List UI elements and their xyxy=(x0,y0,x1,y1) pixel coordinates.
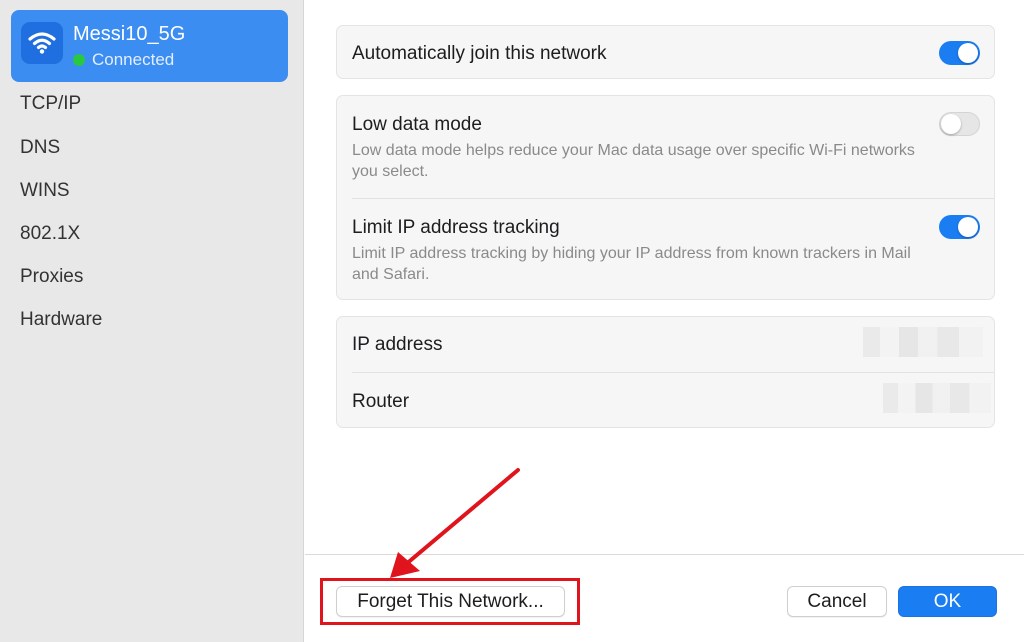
row-divider xyxy=(352,198,994,199)
footer-divider xyxy=(305,554,1024,555)
network-card-selected[interactable]: Messi10_5G Connected xyxy=(11,10,288,82)
sidebar-item-8021x[interactable]: 802.1X xyxy=(20,223,80,245)
data-options-panel: Low data mode Low data mode helps reduce… xyxy=(336,95,995,300)
router-value-redacted xyxy=(883,383,991,413)
limit-ip-label: Limit IP address tracking xyxy=(352,217,560,238)
router-label: Router xyxy=(352,391,410,412)
annotation-highlight-box xyxy=(320,578,580,625)
cancel-button[interactable]: Cancel xyxy=(787,586,887,617)
sidebar-item-dns[interactable]: DNS xyxy=(20,137,60,159)
row-divider xyxy=(352,372,994,373)
network-name: Messi10_5G xyxy=(73,23,186,45)
toggle-knob xyxy=(958,217,978,237)
wifi-icon xyxy=(21,22,63,64)
network-info-panel: IP address Router xyxy=(336,316,995,428)
toggle-knob xyxy=(958,43,978,63)
limit-ip-toggle[interactable] xyxy=(939,215,980,239)
sidebar-item-hardware[interactable]: Hardware xyxy=(20,309,102,331)
toggle-knob xyxy=(941,114,961,134)
main-panel: Automatically join this network Low data… xyxy=(305,0,1024,642)
ok-button[interactable]: OK xyxy=(898,586,997,617)
network-status: Connected xyxy=(73,50,174,70)
auto-join-toggle[interactable] xyxy=(939,41,980,65)
network-status-text: Connected xyxy=(92,50,175,69)
sidebar: Messi10_5G Connected TCP/IP DNS WINS 802… xyxy=(0,0,304,642)
low-data-label: Low data mode xyxy=(352,114,482,135)
low-data-toggle[interactable] xyxy=(939,112,980,136)
sidebar-item-wins[interactable]: WINS xyxy=(20,180,70,202)
auto-join-label: Automatically join this network xyxy=(352,43,607,64)
auto-join-panel: Automatically join this network xyxy=(336,25,995,79)
low-data-description: Low data mode helps reduce your Mac data… xyxy=(352,142,915,180)
ip-address-label: IP address xyxy=(352,334,443,355)
status-dot xyxy=(73,54,85,66)
sidebar-item-tcpip[interactable]: TCP/IP xyxy=(20,93,81,115)
sidebar-item-proxies[interactable]: Proxies xyxy=(20,266,83,288)
limit-ip-description: Limit IP address tracking by hiding your… xyxy=(352,245,911,283)
ip-address-value-redacted xyxy=(863,327,983,357)
